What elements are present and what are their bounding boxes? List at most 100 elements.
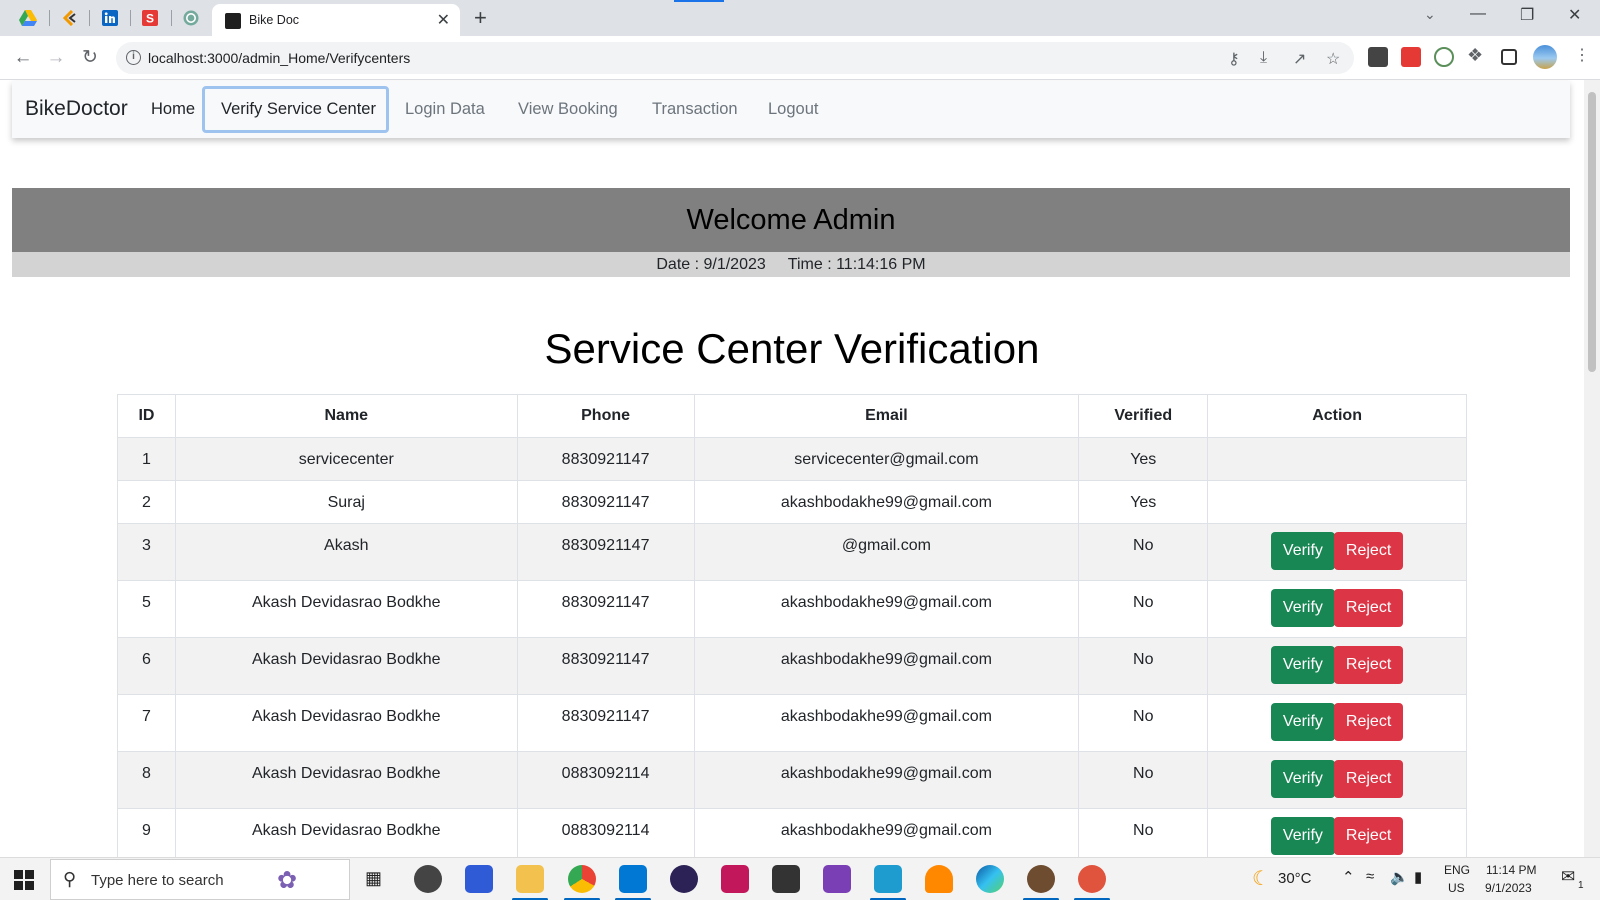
weather-icon[interactable]: ☾ (1252, 866, 1270, 891)
verify-button[interactable]: Verify (1270, 532, 1335, 570)
pinned-tab-chatgpt[interactable] (178, 6, 204, 30)
extensions-icon[interactable]: ❖ (1467, 45, 1483, 66)
windows-start-icon[interactable] (14, 870, 34, 890)
new-tab-button[interactable]: + (474, 5, 487, 31)
taskbar-search-placeholder[interactable]: Type here to search (91, 872, 224, 889)
vertical-scrollbar[interactable] (1584, 80, 1600, 857)
reject-button[interactable]: Reject (1333, 817, 1404, 855)
bookmark-app-icon (62, 10, 76, 26)
verify-button[interactable]: Verify (1270, 589, 1335, 627)
forward-arrow-icon[interactable]: → (43, 45, 69, 71)
nav-link-login-data[interactable]: Login Data (405, 100, 485, 119)
reject-button[interactable]: Reject (1333, 589, 1404, 627)
volume-icon[interactable]: 🔈 (1390, 868, 1409, 886)
chevron-up-icon[interactable]: ⌃ (1342, 868, 1355, 886)
taskbar-app-icon[interactable] (414, 865, 442, 893)
vscode-icon[interactable] (619, 865, 647, 893)
vlc-icon[interactable] (925, 865, 953, 893)
visual-studio-icon[interactable] (823, 865, 851, 893)
navbar-brand[interactable]: BikeDoctor (25, 97, 128, 121)
reject-button[interactable]: Reject (1333, 646, 1404, 684)
verify-button[interactable]: Verify (1270, 760, 1335, 798)
clock-date[interactable]: 9/1/2023 (1485, 881, 1532, 895)
edge-icon[interactable] (976, 865, 1004, 893)
kebab-menu-icon[interactable]: ⋮ (1574, 45, 1590, 65)
cell-verified: No (1078, 694, 1209, 752)
taskbar-app-icon[interactable] (465, 865, 493, 893)
nav-link-home[interactable]: Home (151, 100, 195, 119)
remote-desktop-icon[interactable] (874, 865, 902, 893)
reject-button[interactable]: Reject (1333, 703, 1404, 741)
reject-button[interactable]: Reject (1333, 760, 1404, 798)
weather-temperature[interactable]: 30°C (1278, 870, 1312, 887)
cell-name: Akash Devidasrao Bodkhe (174, 808, 518, 857)
linkedin-icon (102, 10, 118, 26)
pinned-tab-app-s[interactable]: S (137, 6, 163, 30)
nav-link-verify-service-center[interactable]: Verify Service Center (221, 100, 376, 119)
install-icon[interactable]: ⤓ (1260, 49, 1267, 67)
minimize-icon[interactable]: — (1470, 5, 1486, 23)
task-view-icon[interactable]: ▦ (365, 868, 382, 889)
scrollbar-thumb[interactable] (1588, 92, 1596, 372)
pinned-tab-linkedin[interactable] (97, 6, 123, 30)
verify-button[interactable]: Verify (1270, 646, 1335, 684)
cell-verified: Yes (1078, 480, 1209, 524)
nav-link-view-booking[interactable]: View Booking (518, 100, 618, 119)
chrome-icon[interactable] (568, 865, 596, 893)
nav-link-logout[interactable]: Logout (768, 100, 818, 119)
taskbar-search-box[interactable]: ⚲ Type here to search ✿ (50, 859, 350, 900)
column-header-verified[interactable]: Verified (1078, 394, 1209, 438)
column-header-email[interactable]: Email (693, 394, 1080, 438)
extension-settings-icon[interactable] (1434, 47, 1454, 67)
star-icon[interactable]: ☆ (1326, 49, 1340, 69)
column-header-action[interactable]: Action (1207, 394, 1467, 438)
cell-action: Verify Reject (1207, 751, 1467, 809)
cell-id: 6 (117, 637, 176, 695)
cell-action: Verify Reject (1207, 580, 1467, 638)
reload-icon[interactable]: ↻ (77, 45, 103, 71)
side-panel-icon[interactable] (1501, 49, 1517, 65)
column-header-phone[interactable]: Phone (516, 394, 695, 438)
restore-icon[interactable]: ❐ (1520, 5, 1534, 25)
close-icon[interactable]: ✕ (437, 10, 450, 30)
column-header-id[interactable]: ID (117, 394, 176, 438)
info-icon[interactable]: i (126, 50, 141, 65)
verify-button[interactable]: Verify (1270, 817, 1335, 855)
extension-selenium-icon[interactable] (1368, 47, 1388, 67)
password-key-icon[interactable]: ⚷ (1228, 49, 1240, 69)
language-code[interactable]: ENG (1444, 863, 1470, 877)
cell-email: akashbodakhe99@gmail.com (693, 480, 1080, 524)
reject-button[interactable]: Reject (1333, 532, 1404, 570)
taskbar-app-icon[interactable] (721, 865, 749, 893)
extension-pdf-icon[interactable] (1401, 47, 1421, 67)
eclipse-icon[interactable] (670, 865, 698, 893)
back-arrow-icon[interactable]: ← (10, 45, 36, 71)
loading-indicator (674, 0, 724, 2)
close-window-icon[interactable]: ✕ (1568, 5, 1581, 25)
address-bar[interactable]: i localhost:3000/admin_Home/Verifycenter… (116, 42, 1354, 74)
mysql-icon[interactable] (772, 865, 800, 893)
pinned-tab-app[interactable] (56, 6, 82, 30)
file-explorer-icon[interactable] (516, 865, 544, 893)
cell-name: servicecenter (174, 437, 518, 481)
chevron-down-icon[interactable]: ⌄ (1424, 6, 1436, 23)
wifi-icon[interactable]: ≈ (1366, 868, 1374, 885)
cell-id: 3 (117, 523, 176, 581)
pinned-tab-google-drive[interactable] (15, 6, 41, 30)
verify-button[interactable]: Verify (1270, 703, 1335, 741)
url-text[interactable]: localhost:3000/admin_Home/Verifycenters (148, 50, 410, 66)
battery-icon[interactable]: ▮ (1414, 868, 1422, 886)
tab-bike-doc[interactable]: Bike Doc ✕ (212, 4, 460, 36)
cell-id: 1 (117, 437, 176, 481)
cell-phone: 0883092114 (516, 751, 695, 809)
profile-avatar[interactable] (1533, 45, 1557, 69)
clock-time[interactable]: 11:14 PM (1486, 863, 1536, 877)
share-icon[interactable]: ↗ (1293, 49, 1306, 69)
nav-link-transaction[interactable]: Transaction (652, 100, 738, 119)
cell-phone: 0883092114 (516, 808, 695, 857)
region-code[interactable]: US (1448, 881, 1465, 895)
taskbar-app-icon[interactable] (1078, 865, 1106, 893)
column-header-name[interactable]: Name (174, 394, 518, 438)
taskbar-app-icon[interactable] (1027, 865, 1055, 893)
notification-icon[interactable]: ✉ (1561, 867, 1575, 887)
